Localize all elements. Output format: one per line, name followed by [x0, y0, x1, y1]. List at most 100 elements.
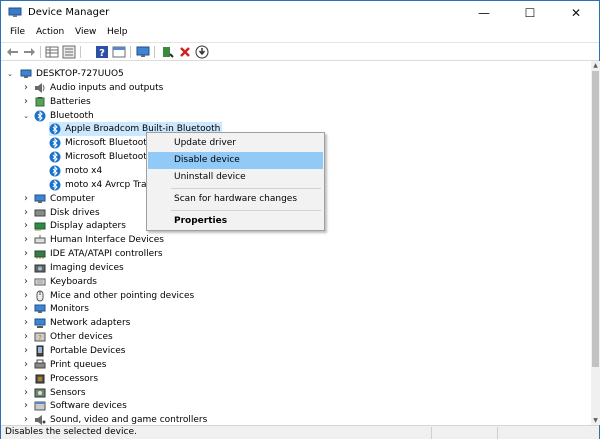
menu-view[interactable]: View [75, 27, 96, 37]
expand-arrow-icon[interactable]: › [22, 290, 30, 300]
tree-category-label: Network adapters [50, 318, 131, 329]
update-driver-icon[interactable] [161, 45, 175, 59]
tree-category[interactable]: › Batteries [6, 95, 91, 109]
bluetooth-icon [49, 123, 61, 135]
tree-category[interactable]: › Print queues [6, 358, 106, 372]
menu-item-scan-hardware[interactable]: Scan for hardware changes [148, 191, 323, 208]
console-icon[interactable] [112, 45, 126, 59]
menu-help[interactable]: Help [107, 27, 128, 37]
device-manager-app-icon [8, 7, 22, 18]
bluetooth-icon [49, 137, 61, 149]
menu-item-label: Scan for hardware changes [174, 194, 298, 204]
expand-arrow-icon[interactable]: › [22, 96, 30, 106]
menu-item-uninstall-device[interactable]: Uninstall device [148, 169, 323, 186]
tree-category[interactable]: › Sound, video and game controllers [6, 413, 207, 425]
menu-item-properties[interactable]: Properties [148, 213, 323, 230]
tree-category[interactable]: ›? Other devices [6, 330, 113, 344]
expand-arrow-icon[interactable]: › [22, 332, 30, 342]
expand-arrow-icon[interactable]: › [22, 276, 30, 286]
monitor-icon [34, 303, 46, 315]
expand-arrow-icon[interactable]: › [22, 82, 30, 92]
computer-icon [20, 68, 32, 80]
context-menu: Update driver Disable device Uninstall d… [146, 132, 325, 231]
tree-category[interactable]: › Monitors [6, 302, 89, 316]
device-tree[interactable]: ⌄ DESKTOP-727UUO5 › Audio inputs and outp… [1, 61, 591, 425]
tree-category[interactable]: › Disk drives [6, 206, 100, 220]
tree-category[interactable]: › Keyboards [6, 275, 97, 289]
monitor-scan-icon[interactable] [136, 45, 150, 59]
minimize-button[interactable]: — [461, 1, 507, 25]
tree-category[interactable]: › Imaging devices [6, 261, 124, 275]
tree-category-label: Sensors [50, 387, 86, 398]
show-hidden-icon[interactable] [62, 45, 76, 59]
svg-text:?: ? [38, 334, 42, 342]
expand-arrow-icon[interactable]: › [22, 415, 30, 425]
collapse-arrow-icon[interactable]: ⌄ [6, 70, 14, 78]
expand-arrow-icon[interactable]: › [22, 359, 30, 369]
disk-drive-icon [34, 207, 46, 219]
uninstall-x-icon[interactable] [178, 45, 192, 59]
collapse-arrow-icon[interactable]: ⌄ [22, 112, 30, 120]
status-bar: Disables the selected device. [1, 425, 599, 439]
tree-device[interactable]: moto x4 Avrcp Tran [49, 178, 154, 192]
expand-arrow-icon[interactable]: › [22, 401, 30, 411]
tree-category[interactable]: › Human Interface Devices [6, 233, 164, 247]
scroll-up-arrow-icon[interactable]: ▲ [591, 61, 600, 70]
tree-category-label: Keyboards [50, 276, 97, 287]
expand-arrow-icon[interactable]: › [22, 221, 30, 231]
menu-item-update-driver[interactable]: Update driver [148, 135, 323, 152]
expand-arrow-icon[interactable]: › [22, 193, 30, 203]
tree-category[interactable]: › IDE ATA/ATAPI controllers [6, 247, 163, 261]
close-button[interactable]: ✕ [553, 1, 599, 25]
tree-category[interactable]: › Software devices [6, 399, 127, 413]
expand-arrow-icon[interactable]: › [22, 207, 30, 217]
menu-item-label: Disable device [174, 155, 240, 165]
tree-device[interactable]: Microsoft Bluetooth [49, 136, 155, 150]
expand-arrow-icon[interactable]: › [22, 249, 30, 259]
status-divider [497, 427, 498, 439]
expand-arrow-icon[interactable]: › [22, 346, 30, 356]
scroll-down-arrow-icon[interactable]: ▼ [591, 416, 600, 425]
forward-arrow-icon[interactable] [22, 45, 36, 59]
tree-category[interactable]: › Display adapters [6, 219, 126, 233]
scroll-thumb[interactable] [592, 71, 599, 367]
hid-icon [34, 234, 46, 246]
tree-category[interactable]: › Sensors [6, 386, 86, 400]
disable-icon[interactable] [195, 45, 209, 59]
expand-arrow-icon[interactable]: › [22, 373, 30, 383]
expand-arrow-icon[interactable]: › [22, 235, 30, 245]
back-arrow-icon[interactable] [6, 45, 20, 59]
tree-category-label: Other devices [50, 332, 113, 343]
tree-category-label: Human Interface Devices [50, 235, 164, 246]
vertical-scrollbar[interactable]: ▲ ▼ [591, 61, 600, 425]
tree-category[interactable]: › Mice and other pointing devices [6, 289, 194, 303]
svg-text:?: ? [99, 48, 105, 59]
tree-device[interactable]: Microsoft Bluetooth [49, 150, 155, 164]
expand-arrow-icon[interactable]: › [22, 318, 30, 328]
help-icon[interactable]: ? [95, 45, 109, 59]
menu-action[interactable]: Action [36, 27, 64, 37]
tree-category[interactable]: › Audio inputs and outputs [6, 81, 163, 95]
tree-root-label: DESKTOP-727UUO5 [36, 69, 124, 79]
portable-device-icon [34, 345, 46, 357]
menu-item-label: Update driver [174, 138, 236, 148]
tree-category[interactable]: › Computer [6, 192, 95, 206]
expand-arrow-icon[interactable]: › [22, 387, 30, 397]
tree-category-label: Disk drives [50, 207, 100, 218]
tree-device[interactable]: moto x4 [49, 164, 104, 178]
tree-category[interactable]: › Processors [6, 372, 98, 386]
toolbar-separator [80, 46, 81, 58]
tree-device-label: moto x4 Avrcp Tran [65, 179, 153, 190]
menu-item-disable-device[interactable]: Disable device [148, 152, 323, 169]
expand-arrow-icon[interactable]: › [22, 262, 30, 272]
tree-root[interactable]: ⌄ DESKTOP-727UUO5 [6, 67, 124, 81]
tree-category[interactable]: › Portable Devices [6, 344, 125, 358]
properties-grid-icon[interactable] [45, 45, 59, 59]
maximize-button[interactable]: ☐ [507, 1, 553, 25]
expand-arrow-icon[interactable]: › [22, 304, 30, 314]
menu-file[interactable]: File [10, 27, 25, 37]
tree-category[interactable]: › Network adapters [6, 316, 130, 330]
title-bar[interactable]: Device Manager — ☐ ✕ [1, 1, 599, 25]
processor-icon [34, 373, 46, 385]
tree-category[interactable]: ⌄ Bluetooth [6, 109, 94, 123]
